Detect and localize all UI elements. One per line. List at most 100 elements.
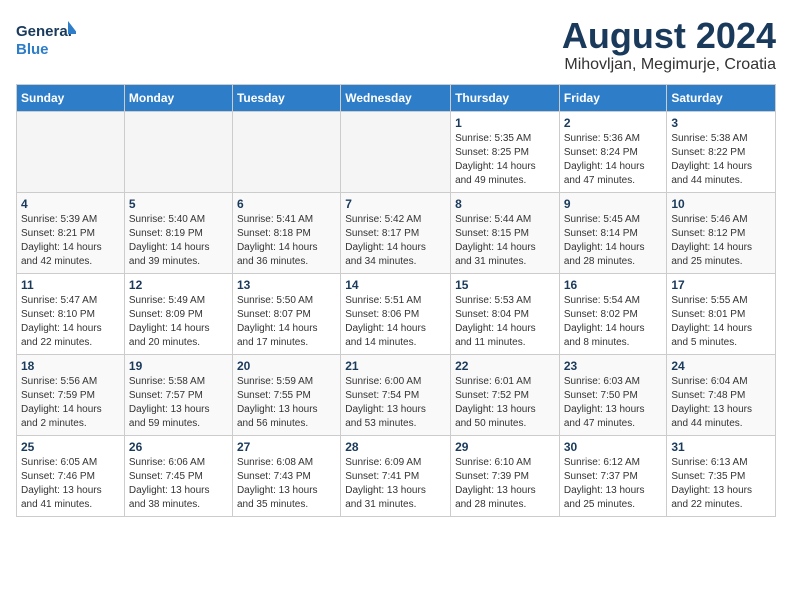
day-number: 4	[21, 197, 120, 211]
day-info: Sunrise: 5:49 AMSunset: 8:09 PMDaylight:…	[129, 294, 228, 350]
day-info: Sunrise: 6:03 AMSunset: 7:50 PMDaylight:…	[564, 375, 663, 431]
calendar-cell: 6 Sunrise: 5:41 AMSunset: 8:18 PMDaylight…	[232, 192, 340, 273]
calendar-cell: 5Sunrise: 5:40 AMSunset: 8:19 PMDaylight…	[124, 192, 232, 273]
day-info: Sunrise: 6:13 AMSunset: 7:35 PMDaylight:…	[671, 456, 771, 512]
calendar-subtitle: Mihovljan, Megimurje, Croatia	[562, 56, 776, 74]
weekday-header-friday: Friday	[559, 84, 667, 111]
calendar-cell: 7 Sunrise: 5:42 AMSunset: 8:17 PMDaylight…	[341, 192, 451, 273]
weekday-header-monday: Monday	[124, 84, 232, 111]
day-number: 21	[345, 359, 446, 373]
calendar-cell: 12 Sunrise: 5:49 AMSunset: 8:09 PMDayligh…	[124, 273, 232, 354]
weekday-header-row: SundayMondayTuesdayWednesdayThursdayFrid…	[17, 84, 776, 111]
page: General Blue August 2024 Mihovljan, Megi…	[0, 0, 792, 529]
calendar-cell: 8 Sunrise: 5:44 AMSunset: 8:15 PMDaylight…	[451, 192, 560, 273]
day-number: 28	[345, 440, 446, 454]
day-number: 18	[21, 359, 120, 373]
week-row-5: 25 Sunrise: 6:05 AMSunset: 7:46 PMDayligh…	[17, 435, 776, 516]
day-info: Sunrise: 6:00 AMSunset: 7:54 PMDaylight:…	[345, 375, 446, 431]
calendar-cell: 2 Sunrise: 5:36 AMSunset: 8:24 PMDaylight…	[559, 111, 667, 192]
svg-text:General: General	[16, 23, 72, 40]
day-info: Sunrise: 5:59 AMSunset: 7:55 PMDaylight:…	[237, 375, 336, 431]
day-number: 13	[237, 278, 336, 292]
day-info: Sunrise: 5:55 AMSunset: 8:01 PMDaylight:…	[671, 294, 771, 350]
day-info: Sunrise: 5:53 AMSunset: 8:04 PMDaylight:…	[455, 294, 555, 350]
day-number: 6	[237, 197, 336, 211]
calendar-cell: 27 Sunrise: 6:08 AMSunset: 7:43 PMDayligh…	[232, 435, 340, 516]
day-number: 11	[21, 278, 120, 292]
calendar-cell: 18 Sunrise: 5:56 AMSunset: 7:59 PMDayligh…	[17, 354, 125, 435]
calendar-cell: 13Sunrise: 5:50 AMSunset: 8:07 PMDayligh…	[232, 273, 340, 354]
day-info: Sunrise: 5:38 AMSunset: 8:22 PMDaylight:…	[671, 132, 771, 188]
calendar-table: SundayMondayTuesdayWednesdayThursdayFrid…	[16, 84, 776, 517]
day-info: Sunrise: 5:39 AMSunset: 8:21 PMDaylight:…	[21, 213, 120, 269]
day-number: 15	[455, 278, 555, 292]
header: General Blue August 2024 Mihovljan, Megi…	[16, 16, 776, 74]
week-row-2: 4 Sunrise: 5:39 AMSunset: 8:21 PMDaylight…	[17, 192, 776, 273]
calendar-cell: 19Sunrise: 5:58 AMSunset: 7:57 PMDayligh…	[124, 354, 232, 435]
title-block: August 2024 Mihovljan, Megimurje, Croati…	[562, 16, 776, 74]
day-info: Sunrise: 5:35 AMSunset: 8:25 PMDaylight:…	[455, 132, 555, 188]
day-number: 1	[455, 116, 555, 130]
calendar-cell: 1 Sunrise: 5:35 AMSunset: 8:25 PMDaylight…	[451, 111, 560, 192]
day-info: Sunrise: 5:56 AMSunset: 7:59 PMDaylight:…	[21, 375, 120, 431]
day-number: 5	[129, 197, 228, 211]
day-info: Sunrise: 5:42 AMSunset: 8:17 PMDaylight:…	[345, 213, 446, 269]
day-number: 29	[455, 440, 555, 454]
calendar-cell: 29 Sunrise: 6:10 AMSunset: 7:39 PMDayligh…	[451, 435, 560, 516]
week-row-4: 18 Sunrise: 5:56 AMSunset: 7:59 PMDayligh…	[17, 354, 776, 435]
svg-text:Blue: Blue	[16, 41, 49, 58]
calendar-cell: 24 Sunrise: 6:04 AMSunset: 7:48 PMDayligh…	[667, 354, 776, 435]
calendar-cell: 15 Sunrise: 5:53 AMSunset: 8:04 PMDayligh…	[451, 273, 560, 354]
logo: General Blue	[16, 16, 76, 60]
calendar-cell: 20Sunrise: 5:59 AMSunset: 7:55 PMDayligh…	[232, 354, 340, 435]
calendar-cell: 3 Sunrise: 5:38 AMSunset: 8:22 PMDaylight…	[667, 111, 776, 192]
day-number: 24	[671, 359, 771, 373]
day-info: Sunrise: 5:41 AMSunset: 8:18 PMDaylight:…	[237, 213, 336, 269]
calendar-cell: 10Sunrise: 5:46 AMSunset: 8:12 PMDayligh…	[667, 192, 776, 273]
calendar-cell: 28 Sunrise: 6:09 AMSunset: 7:41 PMDayligh…	[341, 435, 451, 516]
calendar-cell: 4 Sunrise: 5:39 AMSunset: 8:21 PMDaylight…	[17, 192, 125, 273]
calendar-title: August 2024	[562, 16, 776, 56]
day-info: Sunrise: 5:36 AMSunset: 8:24 PMDaylight:…	[564, 132, 663, 188]
day-number: 8	[455, 197, 555, 211]
day-number: 22	[455, 359, 555, 373]
day-info: Sunrise: 6:01 AMSunset: 7:52 PMDaylight:…	[455, 375, 555, 431]
calendar-cell: 16 Sunrise: 5:54 AMSunset: 8:02 PMDayligh…	[559, 273, 667, 354]
day-number: 7	[345, 197, 446, 211]
day-info: Sunrise: 6:05 AMSunset: 7:46 PMDaylight:…	[21, 456, 120, 512]
day-number: 26	[129, 440, 228, 454]
day-number: 12	[129, 278, 228, 292]
calendar-cell: 22 Sunrise: 6:01 AMSunset: 7:52 PMDayligh…	[451, 354, 560, 435]
calendar-cell: 14Sunrise: 5:51 AMSunset: 8:06 PMDayligh…	[341, 273, 451, 354]
day-number: 14	[345, 278, 446, 292]
day-number: 2	[564, 116, 663, 130]
week-row-3: 11Sunrise: 5:47 AMSunset: 8:10 PMDayligh…	[17, 273, 776, 354]
day-number: 17	[671, 278, 771, 292]
day-number: 3	[671, 116, 771, 130]
day-number: 16	[564, 278, 663, 292]
day-info: Sunrise: 6:12 AMSunset: 7:37 PMDaylight:…	[564, 456, 663, 512]
day-info: Sunrise: 6:10 AMSunset: 7:39 PMDaylight:…	[455, 456, 555, 512]
day-info: Sunrise: 6:08 AMSunset: 7:43 PMDaylight:…	[237, 456, 336, 512]
calendar-cell: 21 Sunrise: 6:00 AMSunset: 7:54 PMDayligh…	[341, 354, 451, 435]
day-info: Sunrise: 5:44 AMSunset: 8:15 PMDaylight:…	[455, 213, 555, 269]
calendar-cell: 31 Sunrise: 6:13 AMSunset: 7:35 PMDayligh…	[667, 435, 776, 516]
day-number: 25	[21, 440, 120, 454]
day-number: 27	[237, 440, 336, 454]
day-info: Sunrise: 5:54 AMSunset: 8:02 PMDaylight:…	[564, 294, 663, 350]
calendar-cell: 23Sunrise: 6:03 AMSunset: 7:50 PMDayligh…	[559, 354, 667, 435]
day-number: 31	[671, 440, 771, 454]
calendar-cell: 25 Sunrise: 6:05 AMSunset: 7:46 PMDayligh…	[17, 435, 125, 516]
calendar-body: 1 Sunrise: 5:35 AMSunset: 8:25 PMDaylight…	[17, 111, 776, 516]
weekday-header-wednesday: Wednesday	[341, 84, 451, 111]
day-number: 10	[671, 197, 771, 211]
calendar-cell: 9Sunrise: 5:45 AMSunset: 8:14 PMDaylight…	[559, 192, 667, 273]
day-info: Sunrise: 6:04 AMSunset: 7:48 PMDaylight:…	[671, 375, 771, 431]
day-info: Sunrise: 6:09 AMSunset: 7:41 PMDaylight:…	[345, 456, 446, 512]
calendar-cell	[124, 111, 232, 192]
day-info: Sunrise: 5:45 AMSunset: 8:14 PMDaylight:…	[564, 213, 663, 269]
calendar-cell: 26Sunrise: 6:06 AMSunset: 7:45 PMDayligh…	[124, 435, 232, 516]
weekday-header-tuesday: Tuesday	[232, 84, 340, 111]
day-info: Sunrise: 5:58 AMSunset: 7:57 PMDaylight:…	[129, 375, 228, 431]
calendar-cell	[17, 111, 125, 192]
